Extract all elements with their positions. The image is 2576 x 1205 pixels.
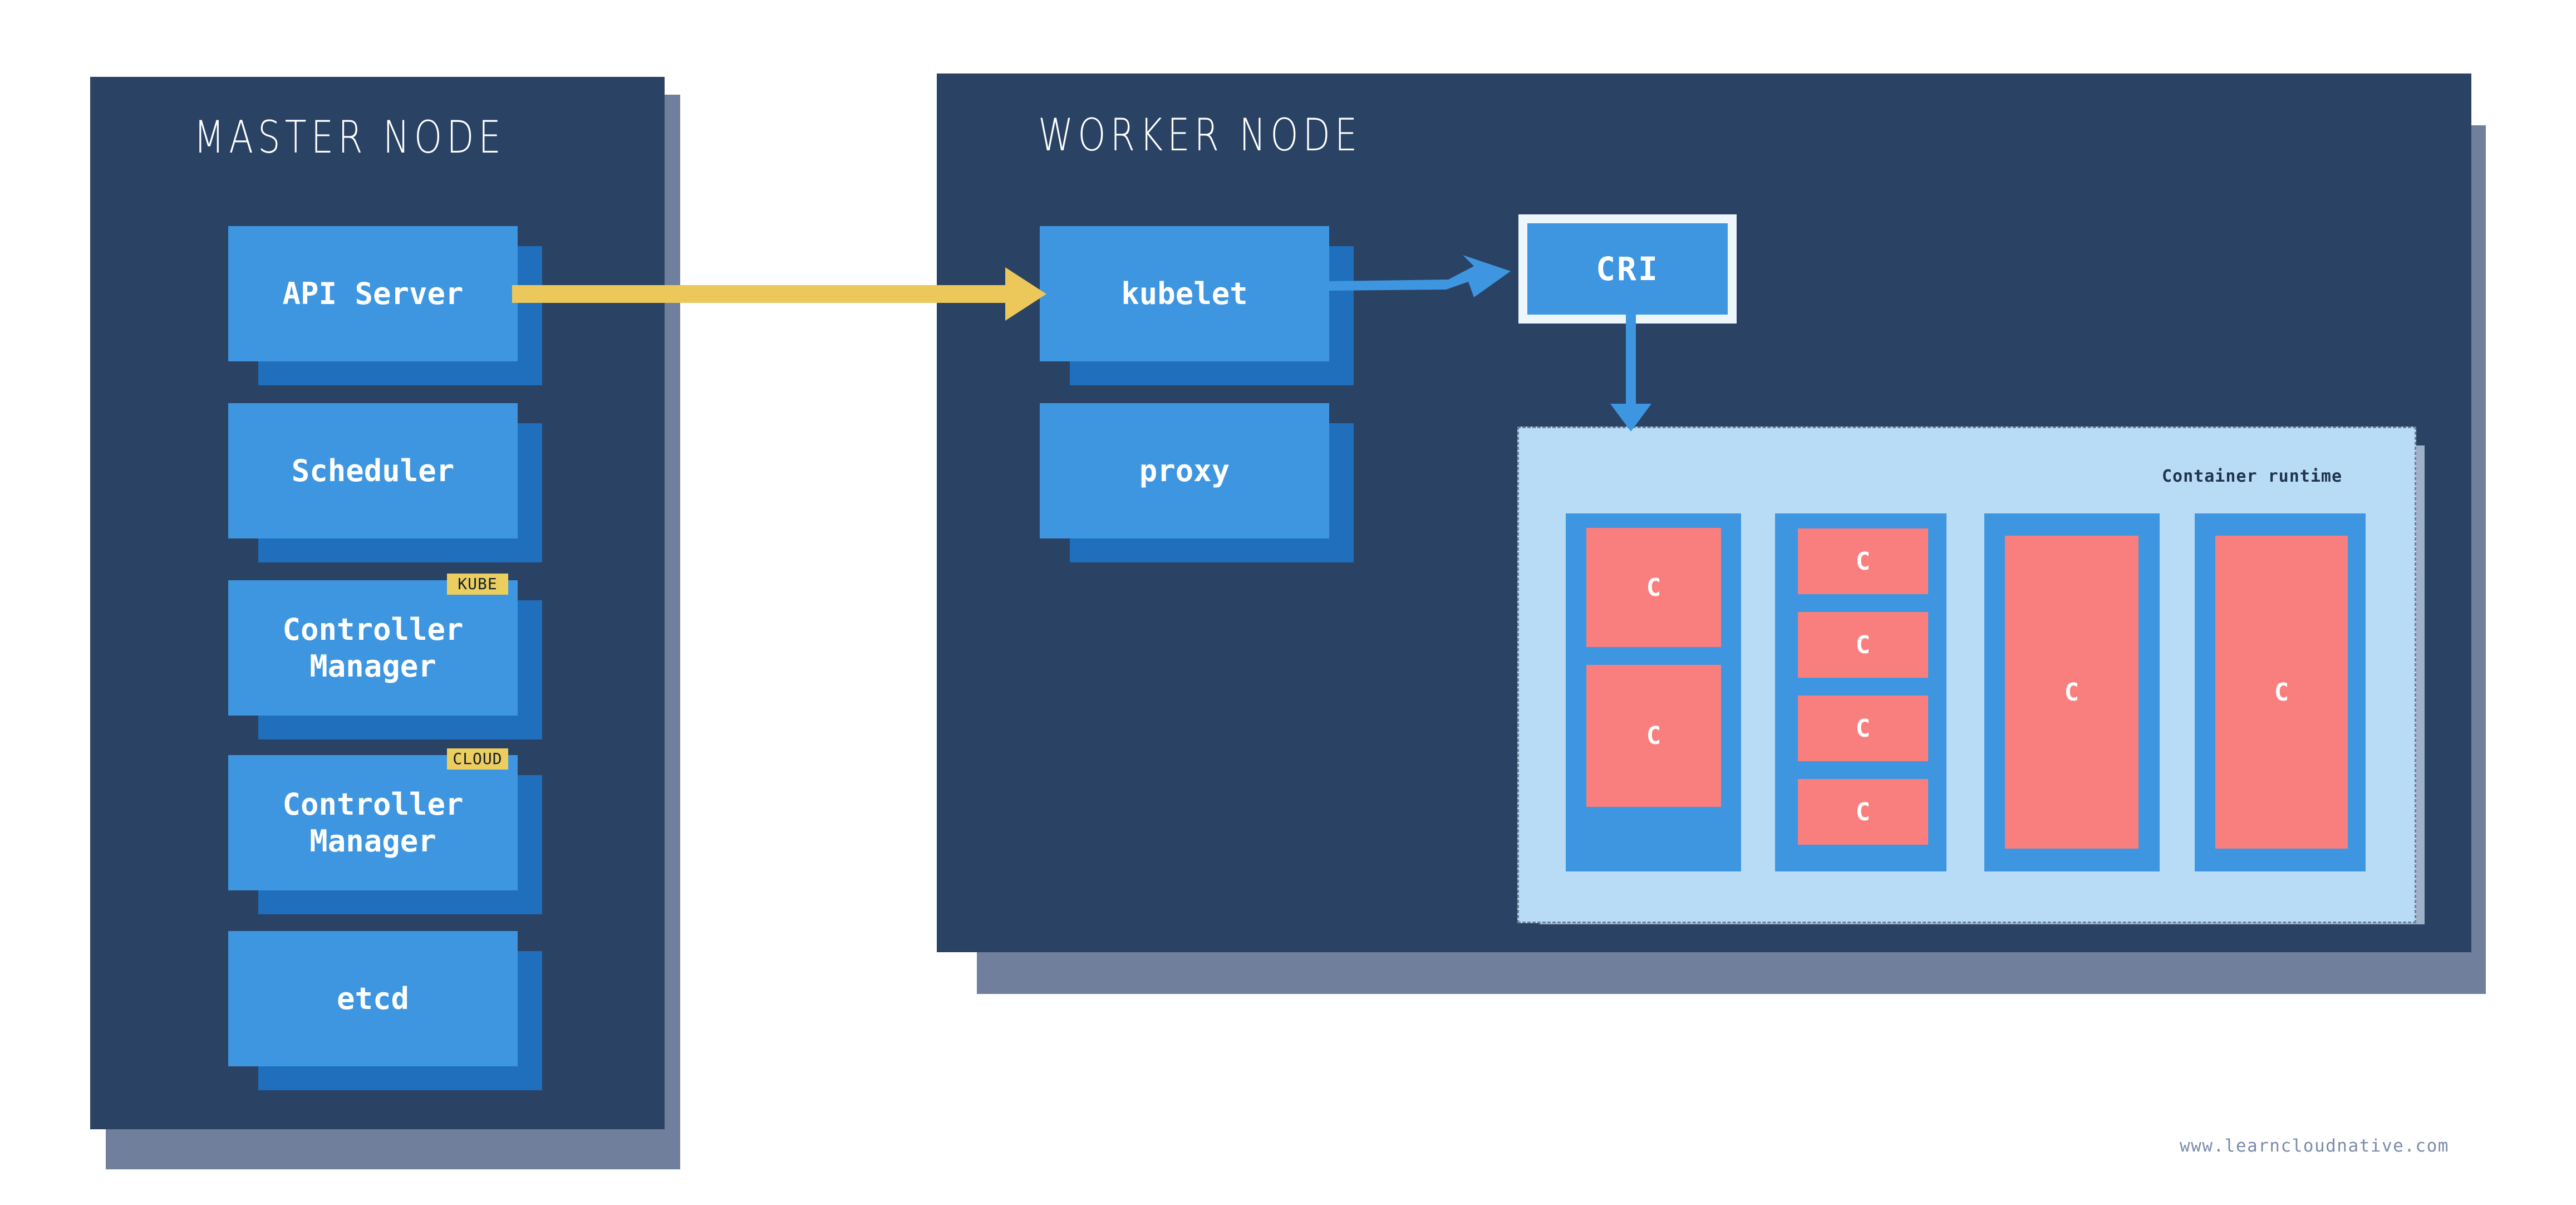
service-label: Controller Manager xyxy=(282,611,464,684)
container-1-2[interactable]: C xyxy=(1586,665,1721,807)
container-2-1[interactable]: C xyxy=(1798,528,1928,594)
cri-label: CRI xyxy=(1596,250,1659,288)
container-1-1[interactable]: C xyxy=(1586,528,1721,647)
container-2-2[interactable]: C xyxy=(1798,612,1928,678)
container-runtime-label: Container runtime xyxy=(2162,467,2343,486)
watermark: www.learncloudnative.com xyxy=(2180,1136,2449,1156)
container-label: C xyxy=(2064,678,2080,707)
cri-box[interactable]: CRI xyxy=(1527,223,1728,315)
container-label: C xyxy=(1855,714,1871,743)
container-2-3[interactable]: C xyxy=(1798,695,1928,761)
service-api-server[interactable]: API Server xyxy=(228,226,518,361)
container-2-4[interactable]: C xyxy=(1798,779,1928,845)
container-label: C xyxy=(2274,678,2289,707)
container-label: C xyxy=(1855,630,1871,659)
badge-kube: KUBE xyxy=(447,574,508,595)
container-label: C xyxy=(1646,722,1661,750)
container-label: C xyxy=(1855,547,1871,576)
service-scheduler[interactable]: Scheduler xyxy=(228,403,518,538)
service-label: proxy xyxy=(1139,453,1230,488)
container-3-1[interactable]: C xyxy=(2005,536,2139,849)
diagram-canvas: MASTER NODE API Server Scheduler Control… xyxy=(0,0,2576,1205)
badge-label: KUBE xyxy=(458,575,498,593)
service-etcd[interactable]: etcd xyxy=(228,931,518,1066)
container-label: C xyxy=(1646,573,1661,602)
service-controller-manager-kube[interactable]: Controller Manager xyxy=(228,580,518,716)
container-4-1[interactable]: C xyxy=(2215,536,2348,849)
service-label: Controller Manager xyxy=(282,786,464,859)
master-node-title: MASTER NODE xyxy=(194,111,505,163)
badge-cloud: CLOUD xyxy=(447,748,508,770)
badge-label: CLOUD xyxy=(453,750,503,768)
container-label: C xyxy=(1855,797,1871,826)
service-proxy[interactable]: proxy xyxy=(1040,403,1329,538)
service-label: kubelet xyxy=(1121,276,1248,311)
service-label: API Server xyxy=(282,276,464,311)
service-kubelet[interactable]: kubelet xyxy=(1040,226,1329,361)
service-label: Scheduler xyxy=(291,453,455,488)
service-controller-manager-cloud[interactable]: Controller Manager xyxy=(228,755,518,890)
worker-node-title: WORKER NODE xyxy=(1038,109,1362,161)
service-label: etcd xyxy=(336,981,410,1016)
